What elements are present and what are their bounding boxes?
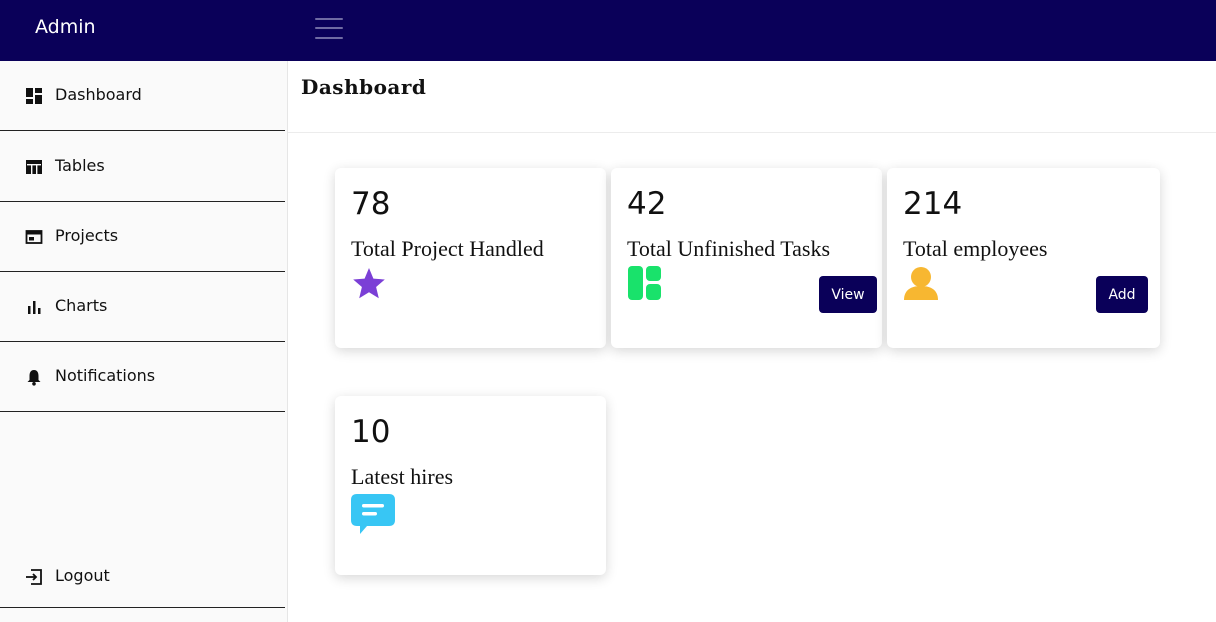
- stat-label: Latest hires: [351, 464, 454, 489]
- star-icon: [353, 268, 385, 299]
- logout-icon: [26, 569, 42, 585]
- sidebar-item-charts[interactable]: Charts: [0, 272, 285, 342]
- sidebar-item-notifications[interactable]: Notifications: [0, 342, 285, 412]
- stat-card-hires: 10 Latest hires: [335, 396, 606, 575]
- brand-title[interactable]: Admin: [35, 16, 96, 38]
- dashboard-icon: [26, 88, 42, 104]
- sidebar-item-label: Projects: [55, 226, 119, 245]
- top-bar: Admin: [0, 0, 1216, 61]
- stat-card-projects: 78 Total Project Handled: [335, 168, 606, 348]
- sidebar-item-label: Notifications: [55, 366, 156, 385]
- bar-chart-icon: [28, 301, 41, 314]
- logout-label: Logout: [55, 566, 110, 585]
- sidebar-item-label: Charts: [55, 296, 108, 315]
- stat-card-employees: 214 Total employees Add: [887, 168, 1160, 348]
- logout-button[interactable]: Logout: [0, 537, 285, 608]
- stat-label: Total employees: [903, 236, 1048, 261]
- hamburger-menu-icon[interactable]: [314, 16, 344, 41]
- sidebar: Dashboard Tables Projects Charts Notific…: [0, 61, 288, 622]
- stat-value: 10: [351, 414, 391, 450]
- stat-value: 42: [627, 186, 667, 222]
- stat-label: Total Unfinished Tasks: [627, 236, 831, 261]
- chat-bubble-icon: [351, 494, 395, 534]
- sidebar-item-projects[interactable]: Projects: [0, 202, 285, 272]
- grid-tiles-icon: [628, 266, 661, 300]
- hamburger-line: [315, 18, 343, 20]
- sidebar-item-label: Tables: [55, 156, 105, 175]
- add-button[interactable]: Add: [1096, 276, 1148, 313]
- sidebar-item-tables[interactable]: Tables: [0, 132, 285, 202]
- bell-icon: [27, 370, 41, 386]
- hamburger-line: [315, 27, 343, 29]
- projects-icon: [25, 230, 43, 244]
- hamburger-line: [315, 37, 343, 39]
- table-icon: [26, 160, 42, 174]
- stat-label: Total Project Handled: [351, 236, 544, 261]
- person-icon: [904, 267, 938, 300]
- stat-value: 78: [351, 186, 391, 222]
- stat-card-tasks: 42 Total Unfinished Tasks View: [611, 168, 882, 348]
- sidebar-item-dashboard[interactable]: Dashboard: [0, 61, 285, 131]
- stat-value: 214: [903, 186, 963, 222]
- view-button[interactable]: View: [819, 276, 877, 313]
- sidebar-item-label: Dashboard: [55, 85, 142, 104]
- page-title: Dashboard: [301, 75, 427, 99]
- main-header: Dashboard: [288, 61, 1216, 133]
